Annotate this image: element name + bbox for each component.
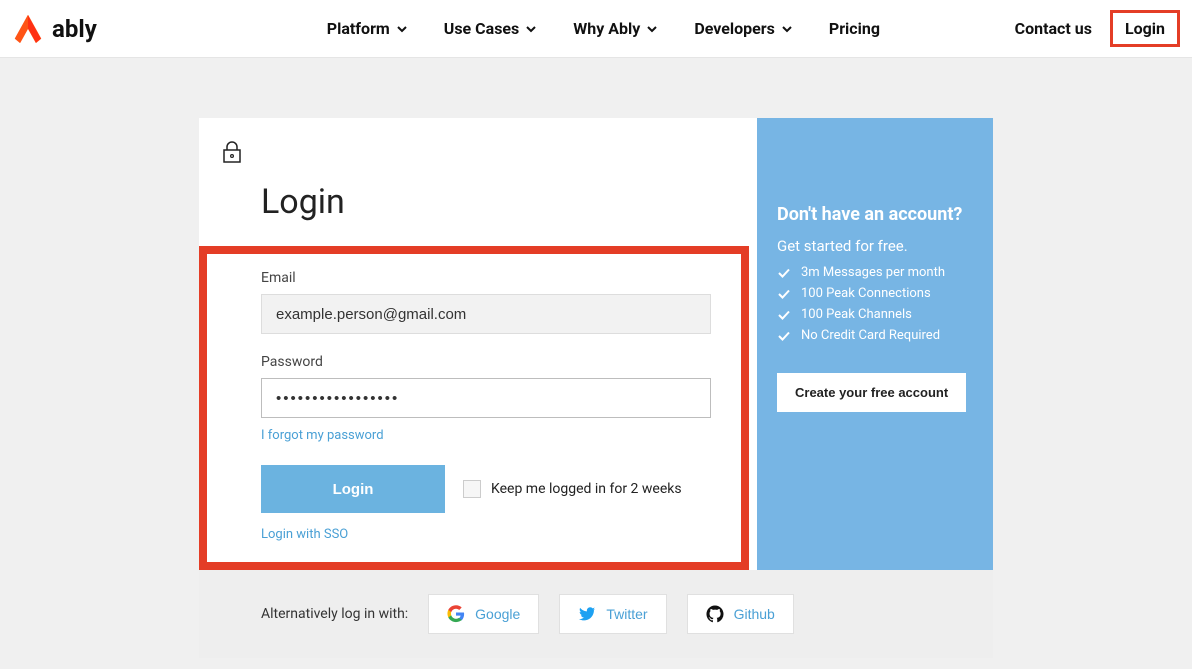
chevron-down-icon bbox=[646, 23, 658, 35]
create-account-button[interactable]: Create your free account bbox=[777, 373, 966, 412]
chevron-down-icon bbox=[525, 23, 537, 35]
email-input[interactable] bbox=[261, 294, 711, 334]
login-form-highlight: Email Password I forgot my password Logi… bbox=[199, 246, 749, 570]
github-icon bbox=[706, 605, 724, 623]
login-button[interactable]: Login bbox=[261, 465, 445, 513]
nav-developers[interactable]: Developers bbox=[694, 19, 793, 38]
keep-logged-in[interactable]: Keep me logged in for 2 weeks bbox=[463, 480, 682, 498]
alt-login-label: Alternatively log in with: bbox=[261, 606, 408, 622]
forgot-password-link[interactable]: I forgot my password bbox=[261, 428, 384, 443]
promo-bullet: No Credit Card Required bbox=[777, 328, 973, 343]
nav-right: Contact us Login bbox=[1015, 10, 1180, 47]
nav-login[interactable]: Login bbox=[1110, 10, 1180, 47]
nav-platform[interactable]: Platform bbox=[327, 19, 408, 38]
chevron-down-icon bbox=[781, 23, 793, 35]
google-icon bbox=[447, 605, 465, 623]
brand-name: ably bbox=[52, 15, 97, 43]
nav-contact[interactable]: Contact us bbox=[1015, 19, 1092, 38]
page: Login Email Password I forgot my passwor… bbox=[0, 58, 1192, 658]
check-icon bbox=[777, 266, 791, 280]
password-label: Password bbox=[261, 354, 717, 370]
promo-panel: Don't have an account? Get started for f… bbox=[757, 118, 993, 570]
nav-use-cases[interactable]: Use Cases bbox=[444, 19, 538, 38]
login-google-button[interactable]: Google bbox=[428, 594, 539, 634]
lock-icon bbox=[221, 140, 243, 164]
brand-logo[interactable]: ably bbox=[12, 13, 97, 45]
twitter-icon bbox=[578, 605, 596, 623]
promo-heading: Don't have an account? bbox=[777, 204, 973, 225]
login-title: Login bbox=[199, 168, 757, 246]
password-input[interactable] bbox=[261, 378, 711, 418]
nav-center: Platform Use Cases Why Ably Developers P… bbox=[327, 19, 880, 38]
ably-logo-icon bbox=[12, 13, 44, 45]
check-icon bbox=[777, 329, 791, 343]
chevron-down-icon bbox=[396, 23, 408, 35]
check-icon bbox=[777, 287, 791, 301]
promo-bullet: 100 Peak Connections bbox=[777, 286, 973, 301]
login-left: Login Email Password I forgot my passwor… bbox=[199, 118, 757, 570]
promo-bullet: 3m Messages per month bbox=[777, 265, 973, 280]
promo-sub: Get started for free. bbox=[777, 237, 973, 255]
login-sso-link[interactable]: Login with SSO bbox=[261, 527, 348, 542]
keep-logged-in-label: Keep me logged in for 2 weeks bbox=[491, 481, 682, 497]
promo-bullet: 100 Peak Channels bbox=[777, 307, 973, 322]
login-card: Login Email Password I forgot my passwor… bbox=[199, 118, 993, 658]
top-nav: ably Platform Use Cases Why Ably Develop… bbox=[0, 0, 1192, 58]
login-twitter-button[interactable]: Twitter bbox=[559, 594, 666, 634]
keep-logged-in-checkbox[interactable] bbox=[463, 480, 481, 498]
promo-bullets: 3m Messages per month 100 Peak Connectio… bbox=[777, 265, 973, 343]
nav-why-ably[interactable]: Why Ably bbox=[573, 19, 658, 38]
check-icon bbox=[777, 308, 791, 322]
alt-login-row: Alternatively log in with: Google Twitte… bbox=[199, 570, 993, 658]
nav-pricing[interactable]: Pricing bbox=[829, 19, 880, 38]
login-github-button[interactable]: Github bbox=[687, 594, 794, 634]
email-label: Email bbox=[261, 270, 717, 286]
